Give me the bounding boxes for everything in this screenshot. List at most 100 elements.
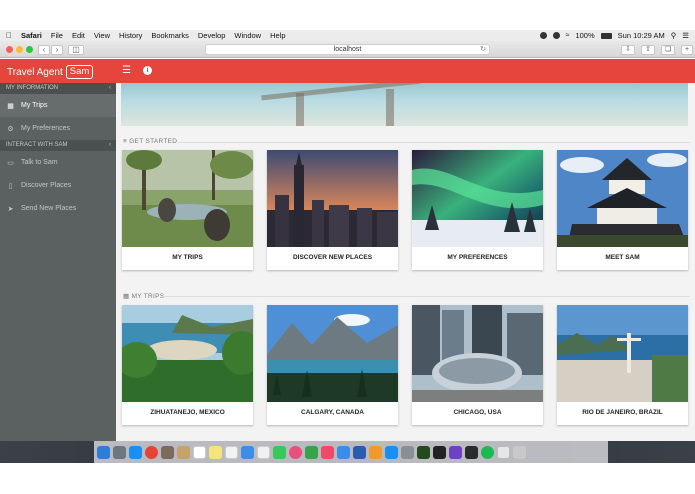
photos-icon[interactable] bbox=[289, 445, 302, 459]
menu-help[interactable]: Help bbox=[270, 31, 285, 40]
downloads-icon[interactable]: ⇩ bbox=[621, 45, 635, 55]
spotify-icon[interactable] bbox=[481, 445, 494, 459]
card-image-new-york-skyline bbox=[267, 150, 398, 247]
card-image-cloud-gate bbox=[412, 305, 543, 402]
map-icon: ▯ bbox=[8, 182, 13, 190]
chevron-left-icon: ‹ bbox=[109, 85, 111, 91]
card-trip-calgary[interactable]: CALGARY, CANADA bbox=[267, 305, 398, 425]
hero-chair-leg bbox=[296, 93, 304, 126]
section-title-text: MY TRIPS bbox=[131, 293, 165, 300]
contacts-icon[interactable] bbox=[177, 445, 190, 459]
section-title-get-started: ≡ GET STARTED bbox=[123, 138, 177, 145]
bottom-margin bbox=[0, 463, 695, 494]
trash-icon[interactable] bbox=[513, 445, 526, 459]
card-discover-new-places[interactable]: DISCOVER NEW PLACES bbox=[267, 150, 398, 270]
info-icon[interactable]: i bbox=[143, 66, 152, 75]
main-content: ≡ GET STARTED MY TRIPS DISCOVER NEW PLAC… bbox=[116, 83, 695, 441]
card-label: DISCOVER NEW PLACES bbox=[292, 254, 373, 261]
documents-folder-icon[interactable] bbox=[497, 445, 510, 459]
reload-icon[interactable]: ↻ bbox=[480, 45, 486, 55]
close-window-button[interactable] bbox=[6, 46, 13, 53]
card-image-christ-redeemer bbox=[557, 305, 688, 402]
card-image-safari bbox=[122, 150, 253, 247]
sidebar-toggle-icon[interactable]: ◫ bbox=[68, 45, 84, 55]
notification-center-icon[interactable]: ☰ bbox=[682, 31, 689, 40]
card-meet-sam[interactable]: MEET SAM bbox=[557, 150, 688, 270]
keynote-icon[interactable] bbox=[337, 445, 350, 459]
tabs-overview-icon[interactable]: ❏ bbox=[661, 45, 675, 55]
menu-icon[interactable]: ☰ bbox=[122, 65, 131, 77]
brand-badge: Sam bbox=[65, 65, 94, 79]
sidebar-item-talk-to-sam[interactable]: ▭ Talk to Sam bbox=[0, 151, 116, 174]
calendar-icon[interactable] bbox=[193, 445, 206, 459]
safari-icon[interactable] bbox=[129, 445, 142, 459]
eye-icon[interactable] bbox=[539, 32, 547, 39]
back-button[interactable]: ‹ bbox=[38, 45, 50, 55]
facetime-icon[interactable] bbox=[273, 445, 286, 459]
reminders-icon[interactable] bbox=[225, 445, 238, 459]
sidebar-item-label: Talk to Sam bbox=[21, 159, 58, 166]
menubar-tray: ≈ 100% Sun 10:29 AM ⚲ ☰ bbox=[539, 31, 689, 40]
menu-bookmarks[interactable]: Bookmarks bbox=[151, 31, 189, 40]
brand-text: Travel Agent bbox=[7, 66, 63, 78]
card-trip-rio[interactable]: RIO DE JANEIRO, BRAZIL bbox=[557, 305, 688, 425]
notes-icon[interactable] bbox=[209, 445, 222, 459]
launchpad-icon[interactable] bbox=[113, 445, 126, 459]
card-trip-zihuatanejo[interactable]: ZIHUATANEJO, MEXICO bbox=[122, 305, 253, 425]
card-label: MEET SAM bbox=[605, 254, 640, 261]
new-tab-icon[interactable]: + bbox=[681, 45, 693, 55]
github-icon[interactable] bbox=[449, 445, 462, 459]
sublime-icon[interactable] bbox=[465, 445, 478, 459]
battery-percent[interactable]: 100% bbox=[575, 31, 594, 40]
card-label: MY PREFERENCES bbox=[447, 254, 508, 261]
card-my-trips[interactable]: MY TRIPS bbox=[122, 150, 253, 270]
brand-logo[interactable]: Travel Agent Sam bbox=[7, 65, 94, 79]
card-image-beach-cove bbox=[122, 305, 253, 402]
cloud-icon[interactable] bbox=[552, 32, 560, 39]
menu-edit[interactable]: Edit bbox=[72, 31, 85, 40]
share-icon[interactable]: ⇧ bbox=[641, 45, 655, 55]
menu-window[interactable]: Window bbox=[234, 31, 261, 40]
sidebar-item-my-trips[interactable]: ▦ My Trips bbox=[0, 94, 116, 117]
terminal-icon[interactable] bbox=[433, 445, 446, 459]
numbers-icon[interactable] bbox=[305, 445, 318, 459]
send-icon: ➤ bbox=[7, 205, 14, 213]
ibooks-icon[interactable] bbox=[369, 445, 382, 459]
minimize-window-button[interactable] bbox=[16, 46, 23, 53]
music-icon[interactable] bbox=[321, 445, 334, 459]
system-preferences-icon[interactable] bbox=[401, 445, 414, 459]
zoom-window-button[interactable] bbox=[26, 46, 33, 53]
hero-chair-leg bbox=[386, 89, 394, 126]
menubar-clock[interactable]: Sun 10:29 AM bbox=[618, 31, 665, 40]
card-image-aurora bbox=[412, 150, 543, 247]
app-store-icon[interactable] bbox=[385, 445, 398, 459]
sidebar-section-information[interactable]: MY INFORMATION ‹ bbox=[0, 83, 116, 94]
spotlight-icon[interactable]: ⚲ bbox=[671, 31, 677, 40]
forward-button[interactable]: › bbox=[51, 45, 63, 55]
apple-icon[interactable]:  bbox=[6, 31, 12, 40]
battery-icon[interactable] bbox=[600, 32, 612, 39]
messages-icon[interactable] bbox=[241, 445, 254, 459]
sidebar-item-discover-places[interactable]: ▯ Discover Places bbox=[0, 174, 116, 197]
sidebar-item-send-new-places[interactable]: ➤ Send New Places bbox=[0, 197, 116, 220]
menu-history[interactable]: History bbox=[119, 31, 142, 40]
card-label: RIO DE JANEIRO, BRAZIL bbox=[582, 409, 663, 416]
finder-icon[interactable] bbox=[97, 445, 110, 459]
menu-app-name[interactable]: Safari bbox=[21, 31, 42, 40]
dreamweaver-icon[interactable] bbox=[417, 445, 430, 459]
menu-file[interactable]: File bbox=[51, 31, 63, 40]
card-image-japanese-castle bbox=[557, 150, 688, 247]
sidebar-section-interact[interactable]: INTERACT WITH SAM ‹ bbox=[0, 140, 116, 151]
chrome-icon[interactable] bbox=[145, 445, 158, 459]
card-trip-chicago[interactable]: CHICAGO, USA bbox=[412, 305, 543, 425]
card-my-preferences[interactable]: MY PREFERENCES bbox=[412, 150, 543, 270]
sidebar-section-label: INTERACT WITH SAM bbox=[6, 142, 68, 148]
address-bar[interactable]: localhost ↻ bbox=[205, 44, 490, 55]
menu-view[interactable]: View bbox=[94, 31, 110, 40]
generic-app-icon[interactable] bbox=[353, 445, 366, 459]
photos-app-icon[interactable] bbox=[161, 445, 174, 459]
menu-develop[interactable]: Develop bbox=[198, 31, 226, 40]
textedit-icon[interactable] bbox=[257, 445, 270, 459]
sidebar-item-my-preferences[interactable]: ⚙ My Preferences bbox=[0, 117, 116, 140]
wifi-icon[interactable]: ≈ bbox=[566, 32, 570, 39]
